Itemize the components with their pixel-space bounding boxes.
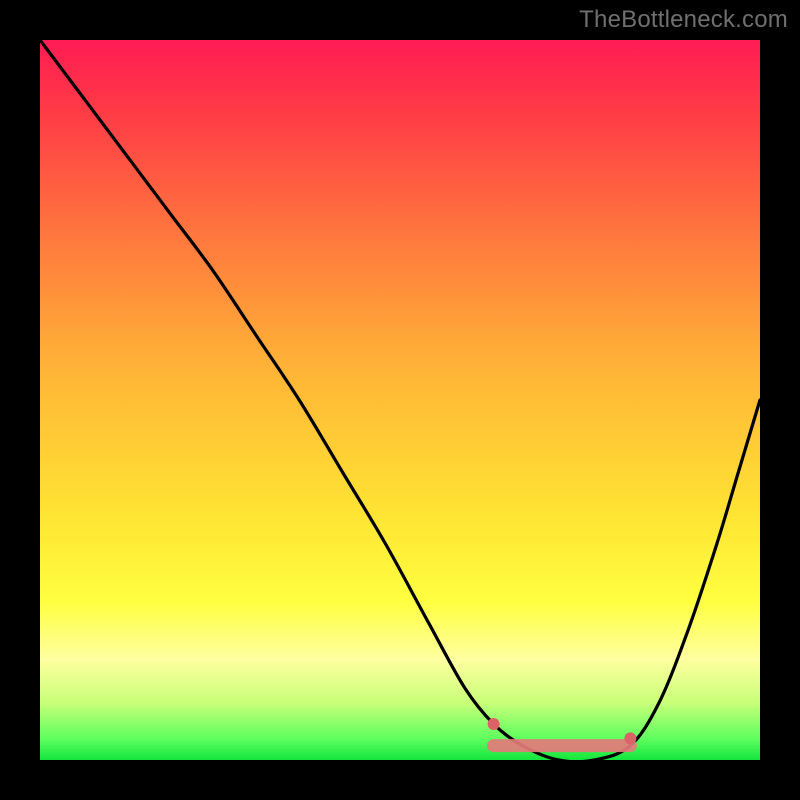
plot-area [40,40,760,760]
valley-dot-right [624,732,636,744]
curve-svg [40,40,760,760]
valley-band [487,739,637,752]
bottleneck-curve [40,40,760,760]
valley-dot-left [488,718,500,730]
chart-frame: TheBottleneck.com [0,0,800,800]
watermark-text: TheBottleneck.com [579,6,788,34]
